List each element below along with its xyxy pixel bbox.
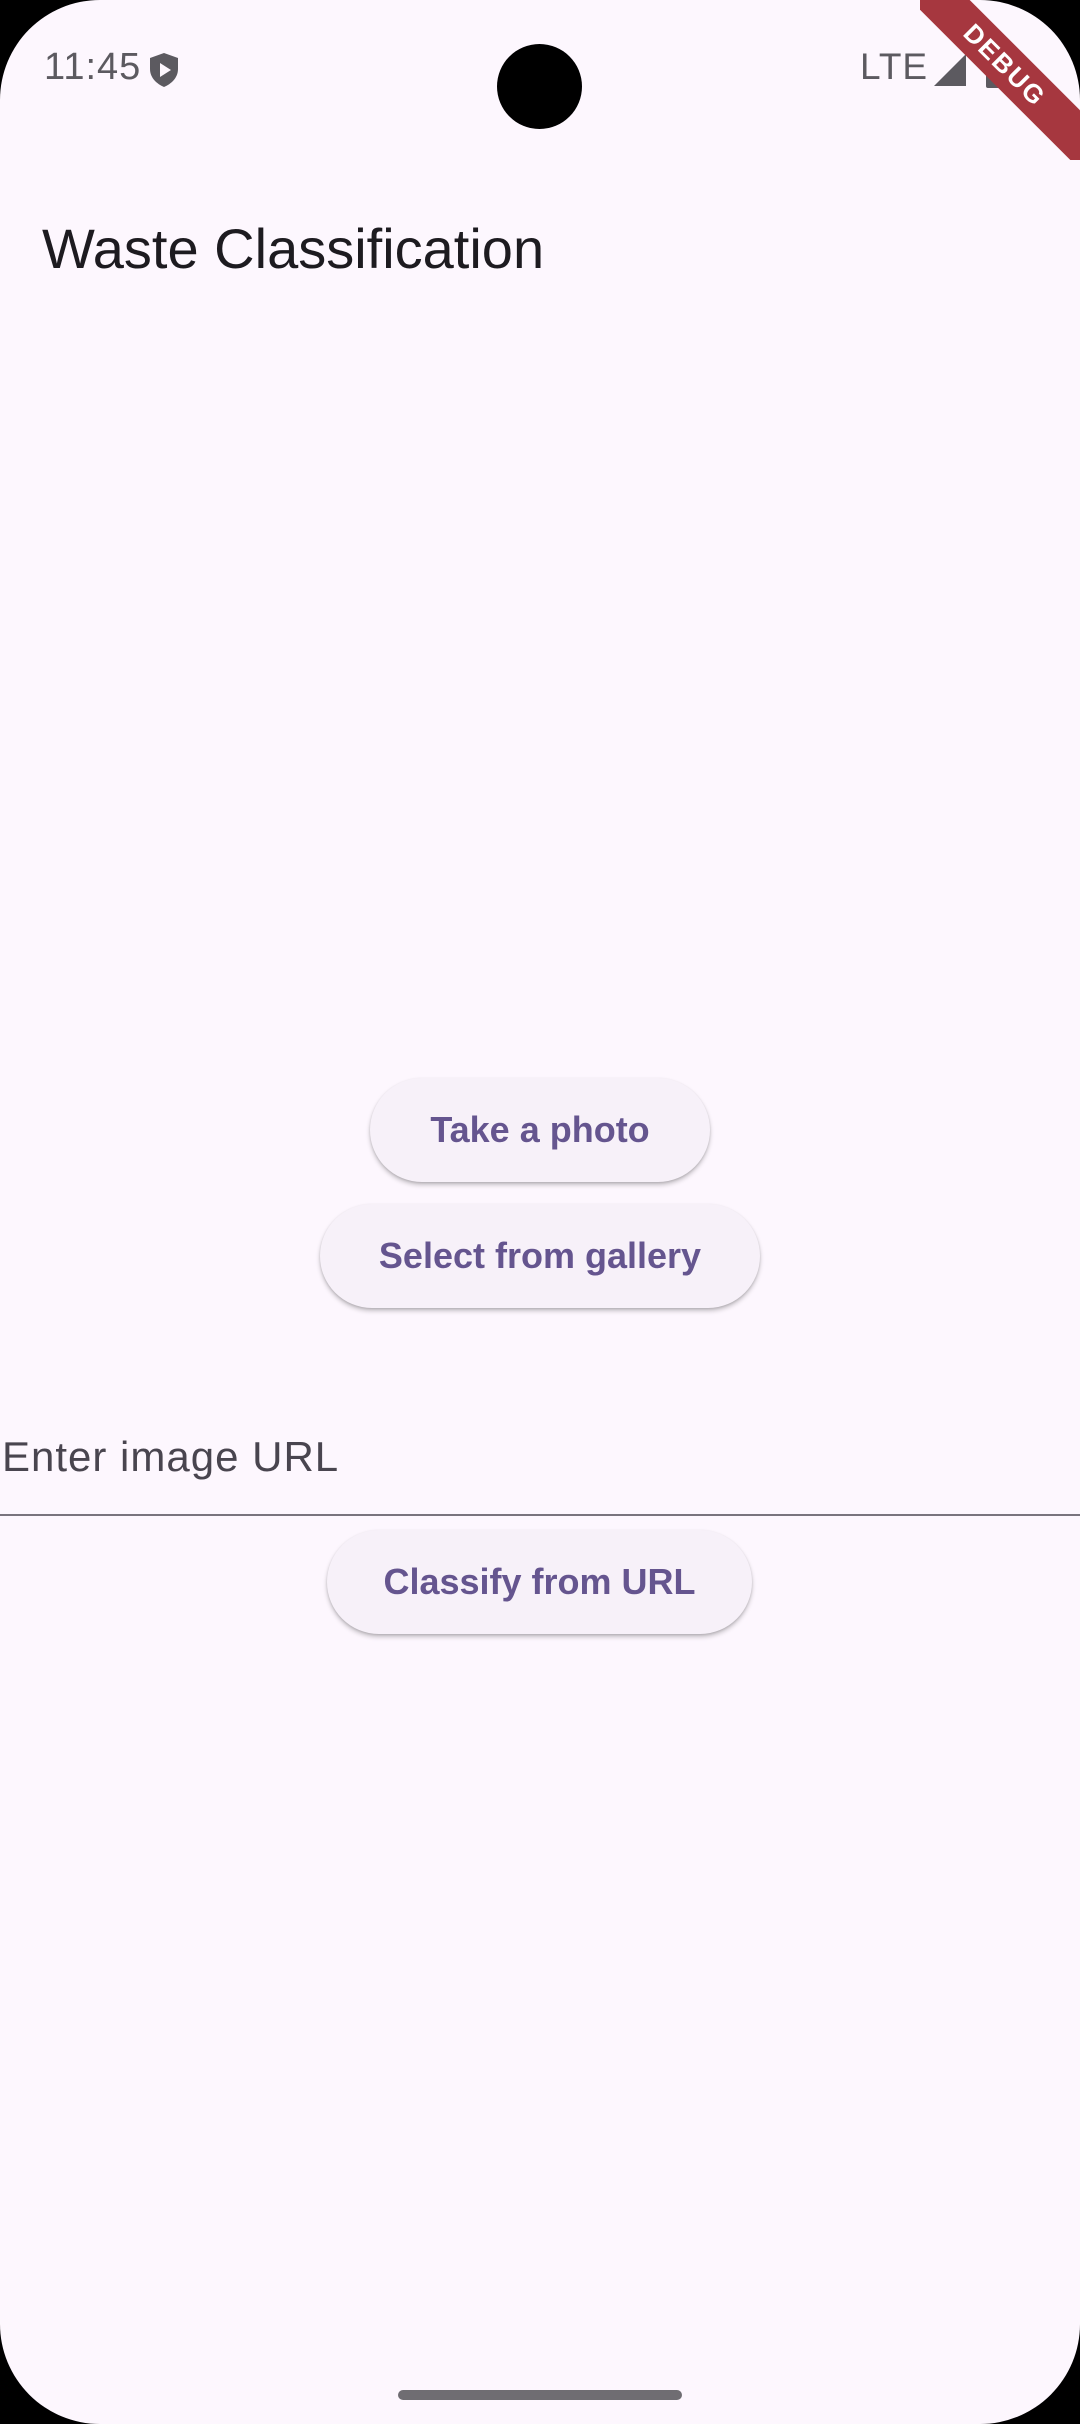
image-url-input[interactable] <box>0 1400 1080 1516</box>
select-gallery-button[interactable]: Select from gallery <box>320 1204 760 1308</box>
status-time: 11:45 <box>44 46 142 88</box>
status-bar: 11:45 LTE <box>0 0 1080 140</box>
url-field <box>0 1400 1080 1518</box>
classify-url-button[interactable]: Classify from URL <box>327 1530 752 1634</box>
signal-icon <box>934 54 966 86</box>
shield-play-icon <box>150 53 178 87</box>
camera-cutout <box>497 44 582 129</box>
app-screen: 11:45 LTE DEBUG Waste Classification Tak… <box>0 0 1080 2424</box>
home-indicator[interactable] <box>398 2390 682 2400</box>
network-type: LTE <box>860 46 929 87</box>
page-title: Waste Classification <box>42 216 545 280</box>
take-photo-button[interactable]: Take a photo <box>370 1078 710 1182</box>
battery-icon <box>986 50 1006 88</box>
